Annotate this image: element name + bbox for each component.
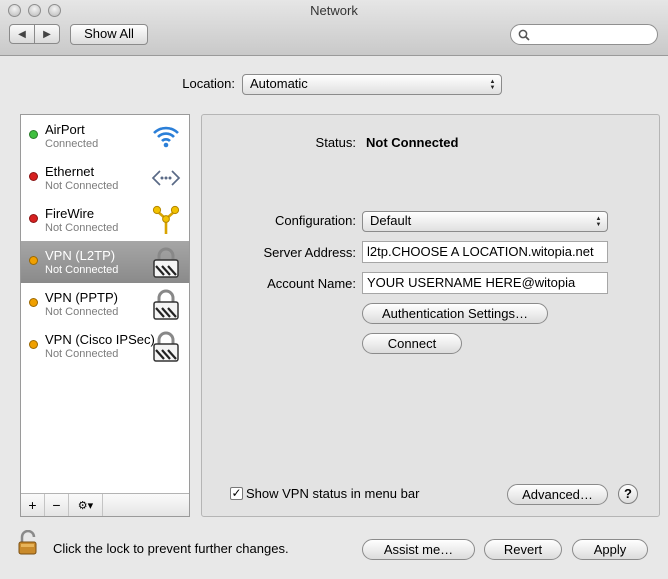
service-status: Not Connected: [45, 222, 119, 234]
add-service-button[interactable]: +: [21, 494, 45, 516]
service-name: AirPort: [45, 122, 85, 137]
advanced-button[interactable]: Advanced…: [507, 484, 608, 505]
show-all-button[interactable]: Show All: [70, 24, 148, 45]
remove-service-button[interactable]: −: [45, 494, 69, 516]
network-preferences-window: Network ◀ ▶ Show All Location: Automatic…: [0, 0, 668, 579]
service-status: Connected: [45, 138, 99, 150]
show-vpn-status-checkbox[interactable]: ✓: [230, 487, 243, 500]
service-list: AirPort Connected Ethernet Not Connected Fir…: [20, 114, 190, 517]
back-forward-control: ◀ ▶: [9, 24, 60, 44]
status-dot-icon: [29, 298, 38, 307]
service-name: Ethernet: [45, 164, 95, 179]
lock-icon[interactable]: [17, 530, 39, 556]
account-name-field[interactable]: YOUR USERNAME HERE@witopia: [362, 272, 608, 294]
configuration-label: Configuration:: [275, 213, 356, 228]
revert-button[interactable]: Revert: [484, 539, 562, 560]
service-item[interactable]: FireWire Not Connected: [21, 199, 189, 241]
status-dot-icon: [29, 340, 38, 349]
forward-arrow-icon[interactable]: ▶: [35, 25, 59, 43]
service-item[interactable]: VPN (Cisco IPSec) Not Connected: [21, 325, 189, 367]
vpn-lock-icon: [151, 330, 181, 362]
search-input[interactable]: [533, 27, 655, 44]
server-address-label: Server Address:: [263, 245, 357, 260]
action-gear-button[interactable]: ⚙▾: [69, 494, 103, 516]
checkmark-icon: ✓: [231, 486, 242, 500]
service-name: VPN (L2TP): [45, 248, 116, 263]
firewire-icon: [151, 204, 181, 236]
status-dot-icon: [29, 214, 38, 223]
service-status: Not Connected: [45, 348, 119, 360]
location-label: Location:: [182, 76, 235, 91]
status-dot-icon: [29, 130, 38, 139]
service-name: VPN (Cisco IPSec): [45, 332, 155, 347]
lock-description: Click the lock to prevent further change…: [53, 541, 289, 556]
status-dot-icon: [29, 256, 38, 265]
service-name: FireWire: [45, 206, 95, 221]
show-vpn-status-label: Show VPN status in menu bar: [246, 486, 420, 501]
assist-me-button[interactable]: Assist me…: [362, 539, 475, 560]
title-bar: Network ◀ ▶ Show All: [0, 0, 668, 56]
location-popup[interactable]: Automatic ▲ ▼: [242, 74, 502, 95]
vpn-lock-icon: [151, 288, 181, 320]
configuration-popup[interactable]: Default ▲ ▼: [362, 211, 608, 232]
search-field[interactable]: [510, 24, 658, 45]
back-arrow-icon[interactable]: ◀: [10, 25, 35, 43]
service-item[interactable]: VPN (L2TP) Not Connected: [21, 241, 189, 283]
service-item[interactable]: Ethernet Not Connected: [21, 157, 189, 199]
connect-button[interactable]: Connect: [362, 333, 462, 354]
account-name-label: Account Name:: [267, 276, 356, 291]
apply-button[interactable]: Apply: [572, 539, 648, 560]
wifi-icon: [151, 120, 181, 152]
window-title: Network: [310, 3, 358, 18]
location-value: Automatic: [250, 76, 308, 91]
service-list-controls: + − ⚙▾: [21, 493, 189, 516]
service-status: Not Connected: [45, 180, 119, 192]
ethernet-icon: [151, 162, 181, 194]
status-label: Status:: [315, 135, 356, 150]
vpn-detail-panel: Status: Not Connected Configuration: Def…: [201, 114, 660, 517]
authentication-settings-button[interactable]: Authentication Settings…: [362, 303, 548, 324]
configuration-value: Default: [370, 213, 412, 228]
popup-arrows-icon: ▲ ▼: [595, 215, 602, 228]
service-item[interactable]: AirPort Connected: [21, 115, 189, 157]
status-dot-icon: [29, 172, 38, 181]
search-icon: [518, 29, 530, 41]
service-status: Not Connected: [45, 264, 119, 276]
service-status: Not Connected: [45, 306, 119, 318]
service-name: VPN (PPTP): [45, 290, 118, 305]
vpn-lock-icon: [151, 246, 181, 278]
service-item[interactable]: VPN (PPTP) Not Connected: [21, 283, 189, 325]
help-button[interactable]: ?: [618, 484, 638, 504]
status-value: Not Connected: [366, 135, 459, 150]
server-address-field[interactable]: l2tp.CHOOSE A LOCATION.witopia.net: [362, 241, 608, 263]
popup-arrows-icon: ▲ ▼: [489, 78, 496, 91]
